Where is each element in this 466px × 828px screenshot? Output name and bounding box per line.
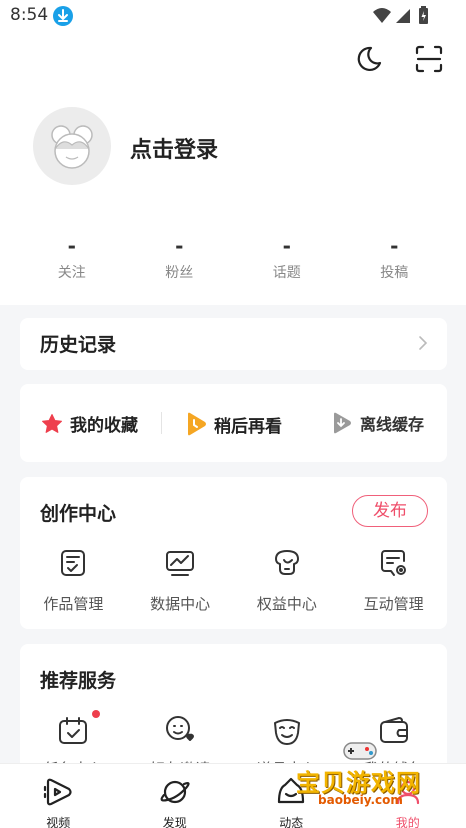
status-bar: 8:54	[0, 0, 466, 32]
stat-following[interactable]: - 关注	[18, 232, 126, 292]
video-icon	[44, 778, 72, 806]
watermark: 宝贝游戏网 baobeiy.com	[296, 733, 466, 808]
calendar-check-icon	[59, 717, 88, 744]
scan-icon	[415, 45, 443, 73]
nav-label: 我的	[395, 816, 420, 828]
works-management[interactable]: 作品管理	[20, 547, 127, 614]
signal-icon	[396, 9, 410, 23]
moon-icon	[357, 46, 382, 72]
status-time: 8:54	[10, 5, 49, 25]
friend-invite-icon	[166, 716, 195, 741]
history-row[interactable]: 历史记录	[20, 318, 447, 370]
works-icon	[61, 550, 86, 576]
divider	[161, 412, 162, 434]
interaction-label: 互动管理	[363, 595, 424, 613]
data-chart-icon	[166, 551, 195, 576]
download-icon	[53, 6, 73, 26]
works-label: 作品管理	[43, 595, 104, 613]
nav-label: 动态	[279, 816, 304, 828]
planet-icon	[160, 780, 190, 804]
interaction-management[interactable]: 互动管理	[340, 547, 447, 614]
chevron-right-icon	[419, 336, 428, 350]
scan-button[interactable]	[414, 44, 444, 74]
star-icon	[42, 413, 62, 433]
data-center[interactable]: 数据中心	[127, 547, 234, 614]
nav-label: 发现	[162, 816, 187, 828]
favorites-button[interactable]: 我的收藏	[40, 411, 138, 436]
benefits-label: 权益中心	[256, 595, 317, 613]
user-stats: - 关注 - 粉丝 - 话题 - 投稿	[18, 232, 448, 292]
system-icons	[372, 6, 434, 26]
watermark-url: baobeiy.com	[318, 793, 403, 807]
favorites-label: 我的收藏	[70, 416, 138, 436]
data-center-label: 数据中心	[150, 595, 211, 613]
services-title: 推荐服务	[40, 670, 117, 692]
stat-label: 关注	[57, 265, 86, 281]
stat-fans[interactable]: - 粉丝	[126, 232, 234, 292]
stat-value: -	[67, 234, 76, 258]
offline-cache-icon	[334, 412, 351, 434]
benefits-icon	[274, 550, 299, 575]
benefits-center[interactable]: 权益中心	[234, 547, 341, 614]
stat-label: 话题	[272, 265, 301, 281]
offline-cache-label: 离线缓存	[360, 415, 425, 434]
history-title: 历史记录	[40, 334, 117, 356]
offline-cache-button[interactable]: 离线缓存	[330, 411, 424, 435]
stat-value: -	[175, 234, 184, 258]
watch-later-label: 稍后再看	[214, 416, 282, 437]
avatar[interactable]	[33, 107, 111, 185]
gamepad-logo-icon	[343, 742, 377, 760]
publish-button[interactable]: 发布	[352, 495, 428, 527]
login-link[interactable]: 点击登录	[130, 132, 218, 164]
notification-dot	[92, 710, 100, 718]
stat-label: 粉丝	[165, 265, 194, 281]
nav-label: 视频	[46, 816, 71, 828]
nav-video[interactable]: 视频	[0, 764, 117, 828]
watch-later-icon	[188, 412, 206, 436]
stat-value: -	[282, 234, 291, 258]
creation-title: 创作中心	[40, 503, 117, 525]
watch-later-button[interactable]: 稍后再看	[184, 411, 282, 437]
default-avatar-icon	[51, 125, 93, 169]
nav-discover[interactable]: 发现	[117, 764, 234, 828]
stat-topics[interactable]: - 话题	[233, 232, 341, 292]
quick-actions: 我的收藏 稍后再看 离线缓存	[20, 384, 447, 462]
stat-value: -	[390, 234, 399, 258]
wifi-icon	[373, 8, 391, 23]
interaction-icon	[380, 550, 406, 576]
stat-label: 投稿	[380, 265, 409, 281]
night-mode-button[interactable]	[354, 44, 384, 74]
stat-submissions[interactable]: - 投稿	[341, 232, 449, 292]
creation-center: 创作中心 发布 作品管理 数据中心 权益中心 互动管理	[20, 477, 447, 629]
